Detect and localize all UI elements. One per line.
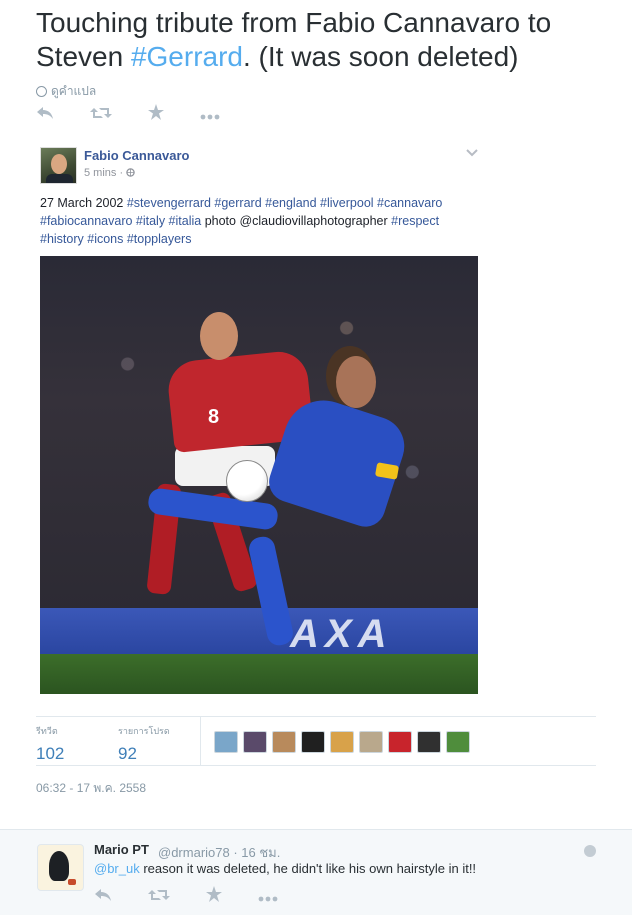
translate-link[interactable]: ดูคำแปล	[36, 82, 96, 101]
favoriter-avatar[interactable]	[243, 731, 267, 753]
photo-pitch	[40, 654, 478, 694]
reply-text: @br_uk reason it was deleted, he didn't …	[94, 861, 477, 876]
follow-indicator-icon[interactable]	[584, 845, 596, 857]
post-photo[interactable]: AXA 8	[40, 256, 478, 694]
post-body: 27 March 2002 #stevengerrard #gerrard #e…	[40, 196, 443, 246]
favoriter-avatars	[214, 731, 470, 753]
favoriter-avatar[interactable]	[330, 731, 354, 753]
hashtag-link[interactable]: #Gerrard	[131, 41, 243, 72]
hashtags-line-2[interactable]: #fabiocannavaro #italy #italia	[40, 214, 201, 228]
reply-tweet: Mario PT @drmario78 · 16 ชม. @br_uk reas…	[0, 829, 632, 915]
tweet-permalink-page: Touching tribute from Fabio Cannavaro to…	[0, 0, 632, 915]
favorite-stat[interactable]: รายการโปรด 92	[118, 724, 170, 764]
chevron-down-icon[interactable]	[466, 146, 478, 160]
favoriter-avatar[interactable]	[301, 731, 325, 753]
hashtags-line-3[interactable]: #history #icons #topplayers	[40, 232, 191, 246]
favoriter-avatar[interactable]	[359, 731, 383, 753]
author-avatar[interactable]	[40, 147, 77, 184]
tweet-actions	[36, 104, 220, 123]
tweet-timestamp[interactable]: 06:32 - 17 พ.ค. 2558	[36, 779, 146, 798]
hashtags-line-1[interactable]: #stevengerrard #gerrard #england #liverp…	[127, 196, 443, 210]
reply-icon[interactable]	[36, 105, 54, 123]
photo-player-red-head	[200, 312, 238, 360]
photo-ad-board	[40, 608, 478, 656]
tweet-text: Touching tribute from Fabio Cannavaro to…	[36, 7, 552, 72]
mention-link[interactable]: @br_uk	[94, 861, 140, 876]
photo-player-blue-head	[336, 356, 376, 408]
favoriter-avatar[interactable]	[388, 731, 412, 753]
favoriter-avatar[interactable]	[214, 731, 238, 753]
globe-icon	[36, 86, 47, 97]
favorite-count: 92	[118, 744, 137, 763]
favoriter-avatar[interactable]	[272, 731, 296, 753]
more-icon[interactable]	[258, 887, 278, 905]
post-time: 5 mins ·	[84, 167, 135, 179]
photo-ball	[226, 460, 268, 502]
star-icon[interactable]	[206, 886, 222, 905]
more-icon[interactable]	[200, 105, 220, 123]
retweet-icon[interactable]	[90, 105, 112, 123]
globe-icon	[126, 168, 135, 177]
retweet-icon[interactable]	[148, 887, 170, 905]
photo-ad-text: AXA	[290, 612, 393, 656]
tweet-stats: รีทวีต 102 รายการโปรด 92	[36, 716, 596, 766]
favoriter-avatar[interactable]	[446, 731, 470, 753]
author-name[interactable]: Fabio Cannavaro	[84, 148, 189, 163]
reply-author-name[interactable]: Mario PT	[94, 842, 149, 857]
retweet-count: 102	[36, 744, 65, 763]
favoriter-avatar[interactable]	[417, 731, 441, 753]
reply-author-handle[interactable]: @drmario78 · 16 ชม.	[158, 842, 280, 863]
divider	[200, 717, 201, 765]
reply-actions	[94, 886, 278, 905]
avatar[interactable]	[37, 844, 84, 891]
star-icon[interactable]	[148, 104, 164, 123]
retweet-stat[interactable]: รีทวีต 102	[36, 724, 64, 764]
hashtag-respect[interactable]: #respect	[388, 214, 439, 228]
photo-shirt-number: 8	[208, 406, 220, 428]
translate-label: ดูคำแปล	[51, 84, 97, 98]
reply-icon[interactable]	[94, 887, 112, 905]
photographer-handle[interactable]: @claudiovillaphotographer	[239, 214, 387, 228]
